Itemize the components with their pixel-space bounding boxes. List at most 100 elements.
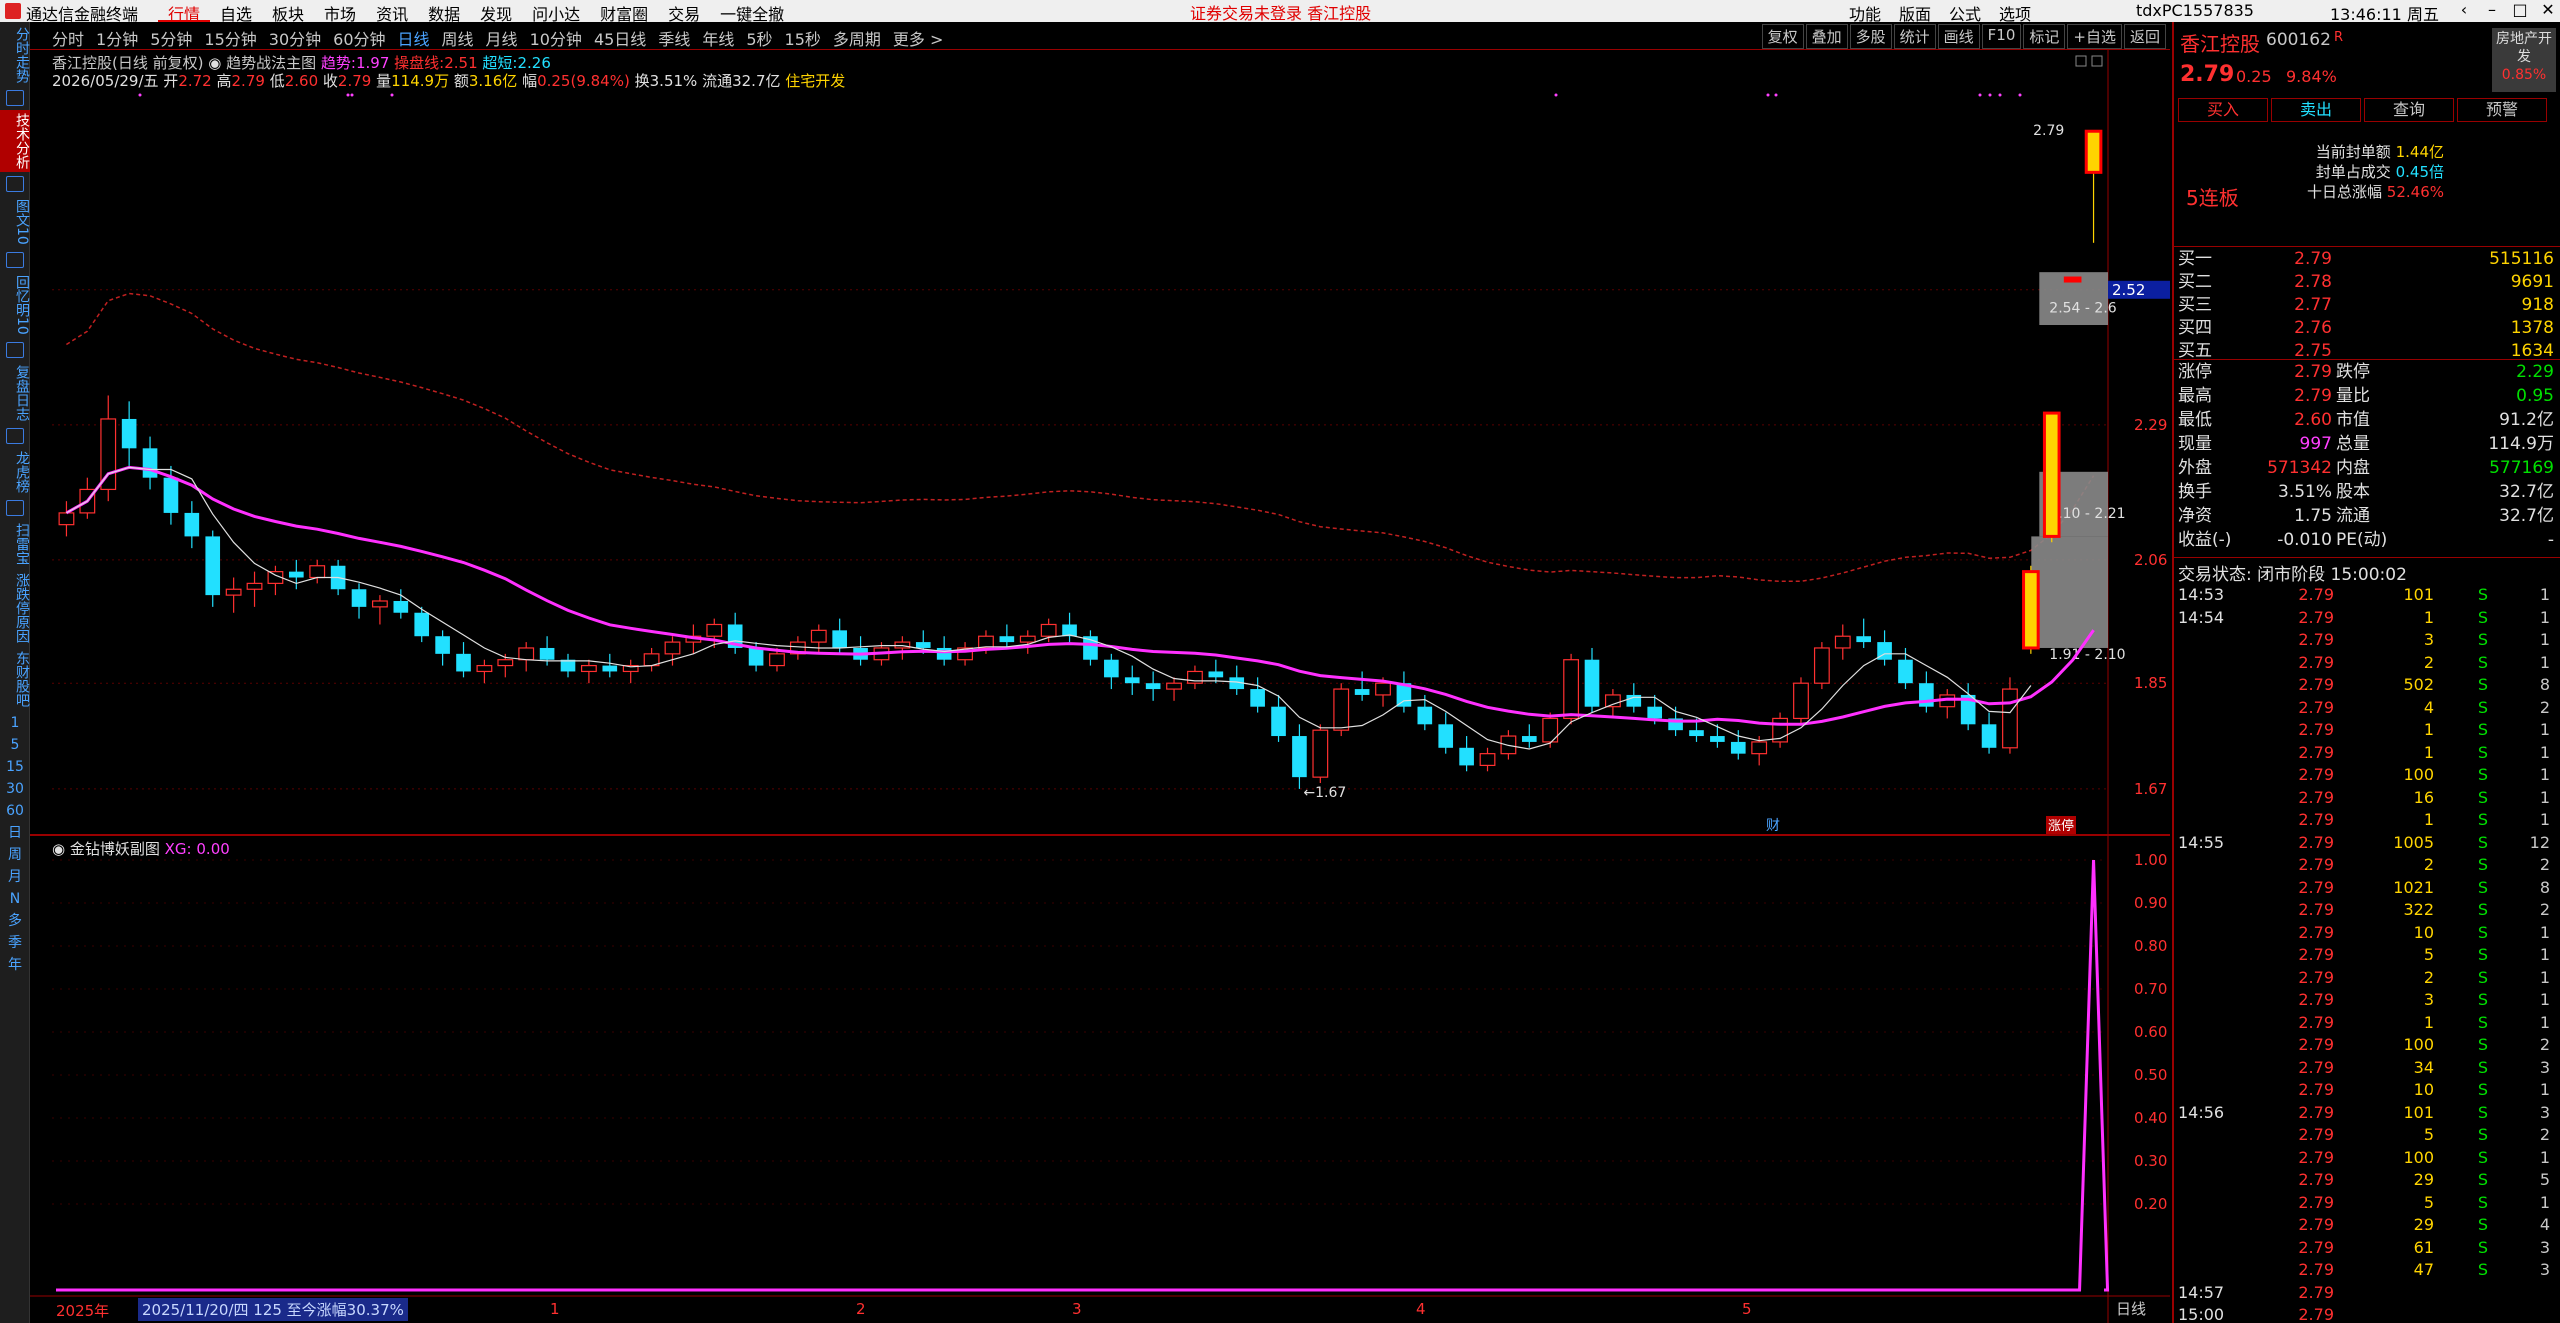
tick-count: 2 [2539,855,2550,874]
tick-price: 2.79 [2298,607,2334,627]
tab-day[interactable]: 日线 [2116,1298,2146,1319]
bid-row: 买一 2.79 515116 [2174,248,2560,271]
trade-button-0[interactable]: 买入 [2178,98,2268,122]
tick-time: 14:57 [2178,1282,2225,1302]
tick-row: 2.79 2 S 1 [2174,652,2560,675]
back-icon[interactable]: ‹ [2450,0,2478,19]
maximize-icon[interactable]: □ [2506,0,2534,19]
tick-volume: 101 [2403,1102,2434,1122]
stat-label: 跌停 [2336,362,2370,382]
tick-row: 2.79 34 S 3 [2174,1057,2560,1080]
tick-side: S [2477,1237,2488,1257]
tick-time [2174,1192,2244,1215]
chart-corner-icon [2091,55,2103,67]
stat-value: 1.75 [2294,506,2332,526]
tick-count: 1 [2539,945,2550,964]
sub-chart-header: ◉ 金钻博妖副图 XG: 0.00 [52,838,230,859]
year-label: 2025年 [56,1302,110,1320]
tick-row: 2.79 1 S 1 [2174,809,2560,832]
tick-price: 2.79 [2298,990,2334,1009]
low-value: 2.60 [284,72,319,90]
tick-volume: 4 [2423,697,2434,717]
close-icon[interactable]: ✕ [2534,0,2560,19]
trade-button-2[interactable]: 查询 [2364,98,2454,122]
tick-count: 3 [2539,1102,2550,1122]
event-tag-cai: 财 [1766,818,1780,834]
trade-button-3[interactable]: 预警 [2457,98,2547,122]
divider [2174,246,2560,247]
sector-tag[interactable]: 住宅开发 [785,72,845,90]
candle-body [1710,736,1725,742]
candle-body [1166,682,1182,690]
sub-toggle-icon[interactable]: ◉ [52,840,70,858]
tick-row: 2.79 1 S 1 [2174,1012,2560,1035]
sub-tick-label: 0.70 [2134,980,2167,998]
sub-tick-label: 1.00 [2134,851,2167,869]
stat-label: 总量 [2336,434,2370,454]
tick-count: 1 [2539,585,2550,604]
candle-body [1292,736,1307,778]
kline-chart[interactable]: 2.522.292.061.851.672.522.54 - 2.62.10 -… [0,0,2170,1323]
sub-tick-label: 0.60 [2134,1023,2167,1041]
candle-body [225,588,242,596]
stat-value: 2.29 [2516,362,2554,382]
tick-price: 2.79 [2298,1147,2334,1167]
tick-side: S [2477,652,2488,672]
tick-row: 2.79 3 S 1 [2174,629,2560,652]
tick-count: 1 [2539,742,2550,762]
seal-amount: 1.44亿 [2395,143,2444,161]
tick-volume: 322 [2403,900,2434,919]
candle-body [1813,647,1830,684]
candle-body [580,664,597,673]
month-label: 4 [1416,1300,1426,1318]
tick-volume: 1 [2423,607,2434,627]
price-tick-label: 2.29 [2134,416,2167,434]
zone-label: 1.91 - 2.10 [2049,647,2125,663]
candle-body [810,629,827,643]
tick-time [2174,809,2244,832]
tick-row: 2.79 2 S 1 [2174,967,2560,990]
stat-value: 114.9万 [2488,434,2554,454]
tick-row: 2.79 16 S 1 [2174,787,2560,810]
tick-time [2174,1057,2244,1080]
stat-value: 2.79 [2294,362,2332,382]
low-label: ←1.67 [1303,785,1346,801]
candle-body [435,636,450,654]
signal-dot [1978,93,1982,97]
tick-volume: 34 [2413,1057,2434,1077]
sector-name: 房地产开发 [2496,31,2552,65]
tick-price: 2.79 [2298,1057,2334,1077]
stat-row: 收益(-) -0.010 PE(动) - [2174,528,2560,552]
stat-label: 市值 [2336,410,2370,430]
turn-label: 换 [634,72,650,90]
amt-label: 额 [453,72,469,90]
stat-row: 最高 2.79 量比 0.95 [2174,384,2560,408]
stock-code: 600162 [2266,30,2331,50]
tick-row: 2.79 502 S 8 [2174,674,2560,697]
tick-volume: 29 [2413,1170,2434,1189]
candle-body [497,659,514,667]
tick-volume: 2 [2423,967,2434,987]
tick-list[interactable]: 14:53 2.79 101 S 1 14:54 2.79 1 S 1 2.79 3 S 1 2.79 2 S 1… [2174,584,2560,1323]
ma-magenta-line [65,465,2095,726]
bid-volume: 515116 [2489,249,2554,269]
window-controls: ‹ – □ ✕ [2450,0,2560,19]
tick-volume: 47 [2413,1260,2434,1279]
tick-side [2434,1304,2488,1323]
float-value: 32.7亿 [732,72,781,90]
sector-box[interactable]: 房地产开发 0.85% [2492,28,2556,92]
sub-chart-title[interactable]: 金钻博妖副图 [70,840,160,858]
candle-body [58,512,75,526]
tick-volume: 1 [2423,720,2434,739]
tick-row: 14:54 2.79 1 S 1 [2174,607,2560,630]
trade-state: 交易状态: 闭市阶段 15:00:02 [2178,565,2407,585]
minimize-icon[interactable]: – [2478,0,2506,19]
tick-count: 2 [2539,900,2550,919]
trade-button-1[interactable]: 卖出 [2271,98,2361,122]
stat-value: 997 [2299,434,2332,454]
tick-time [2174,1034,2244,1057]
candle-body [2063,276,2082,283]
tick-volume: 2 [2423,855,2434,874]
divider [2174,557,2560,558]
candle-body [1271,706,1286,737]
